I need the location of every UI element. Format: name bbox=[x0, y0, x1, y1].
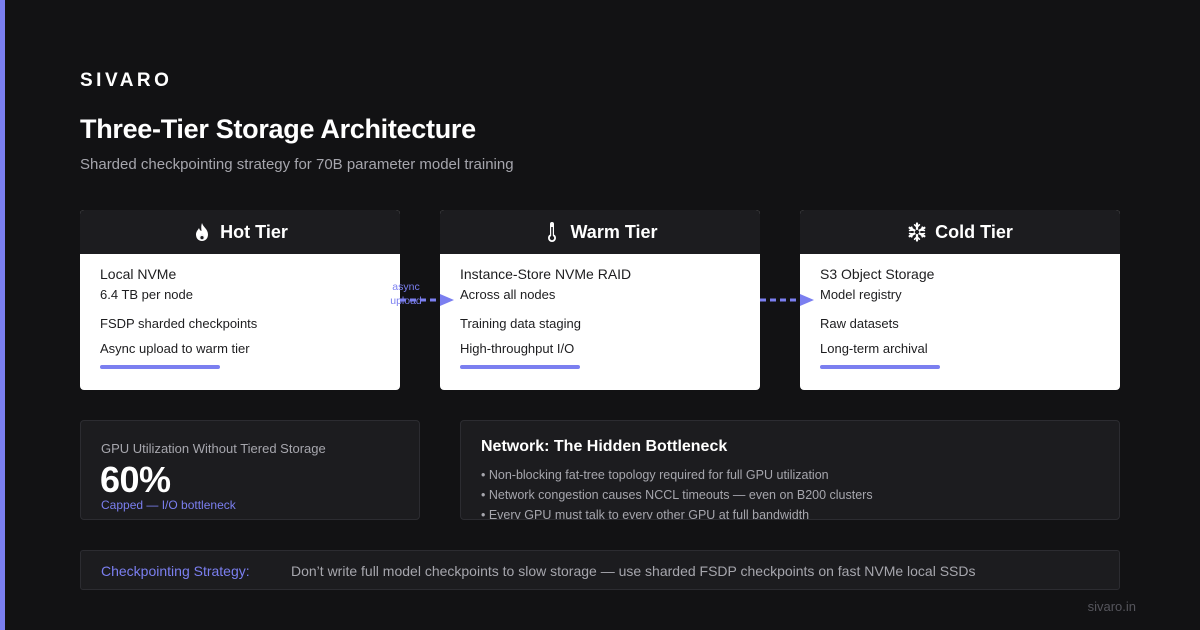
tier-storage-type: Instance-Store NVMe RAID bbox=[460, 266, 632, 282]
tier-card-hot: Hot Tier Local NVMe 6.4 TB per node FSDP… bbox=[80, 210, 400, 390]
tier-detail: Async upload to warm tier bbox=[100, 341, 250, 356]
stat-value: 60% bbox=[100, 459, 171, 500]
stat-note: Capped — I/O bottleneck bbox=[101, 498, 236, 512]
list-item: • Every GPU must talk to every other GPU… bbox=[481, 508, 810, 520]
list-item: • Network congestion causes NCCL timeout… bbox=[481, 488, 873, 502]
tier-detail: Raw datasets bbox=[820, 316, 899, 331]
thermometer-icon bbox=[542, 221, 562, 243]
brand-logo: SIVARO bbox=[80, 70, 173, 91]
tier-accent-bar bbox=[100, 365, 220, 369]
list-item: • Non-blocking fat-tree topology require… bbox=[481, 468, 829, 482]
arrow-label: async upload bbox=[386, 280, 426, 308]
tier-detail: FSDP sharded checkpoints bbox=[100, 316, 258, 331]
gpu-utilization-card: GPU Utilization Without Tiered Storage 6… bbox=[80, 420, 420, 520]
tier-storage-type: Local NVMe bbox=[100, 266, 177, 282]
strategy-text: Don’t write full model checkpoints to sl… bbox=[291, 563, 976, 579]
tier-header: Warm Tier bbox=[440, 210, 760, 254]
stat-label: GPU Utilization Without Tiered Storage bbox=[101, 441, 326, 456]
footer-url[interactable]: sivaro.in bbox=[1088, 599, 1136, 614]
tier-accent-bar bbox=[820, 365, 940, 369]
flame-icon bbox=[192, 221, 212, 243]
tier-storage-type: S3 Object Storage bbox=[820, 266, 935, 282]
tier-header: Cold Tier bbox=[800, 210, 1120, 254]
network-list: • Non-blocking fat-tree topology require… bbox=[481, 465, 873, 520]
network-card: Network: The Hidden Bottleneck • Non-blo… bbox=[460, 420, 1120, 520]
page-subtitle: Sharded checkpointing strategy for 70B p… bbox=[80, 156, 514, 173]
arrow-label-line: async bbox=[392, 281, 420, 293]
arrow-label-line: upload bbox=[390, 295, 422, 307]
page-title: Three-Tier Storage Architecture bbox=[80, 114, 476, 144]
strategy-label: Checkpointing Strategy: bbox=[101, 563, 250, 579]
tier-card-cold: Cold Tier S3 Object Storage Model regist… bbox=[800, 210, 1120, 390]
tier-name: Warm Tier bbox=[570, 221, 658, 242]
arrow-warm-to-cold bbox=[760, 294, 814, 306]
tier-header: Hot Tier bbox=[80, 210, 400, 254]
strategy-banner: Checkpointing Strategy: Don’t write full… bbox=[80, 550, 1120, 590]
tier-name: Hot Tier bbox=[220, 221, 288, 242]
accent-bar bbox=[0, 0, 5, 630]
tier-detail: Model registry bbox=[820, 287, 902, 302]
tier-accent-bar bbox=[460, 365, 580, 369]
tier-card-warm: Warm Tier Instance-Store NVMe RAID Acros… bbox=[440, 210, 760, 390]
tier-detail: 6.4 TB per node bbox=[100, 287, 193, 302]
tier-detail: High-throughput I/O bbox=[460, 341, 575, 356]
tier-detail: Training data staging bbox=[460, 316, 581, 331]
tier-name: Cold Tier bbox=[935, 221, 1013, 242]
tier-detail: Long-term archival bbox=[820, 341, 928, 356]
tier-detail: Across all nodes bbox=[460, 287, 556, 302]
snowflake-icon bbox=[907, 221, 927, 243]
network-title: Network: The Hidden Bottleneck bbox=[481, 438, 728, 455]
